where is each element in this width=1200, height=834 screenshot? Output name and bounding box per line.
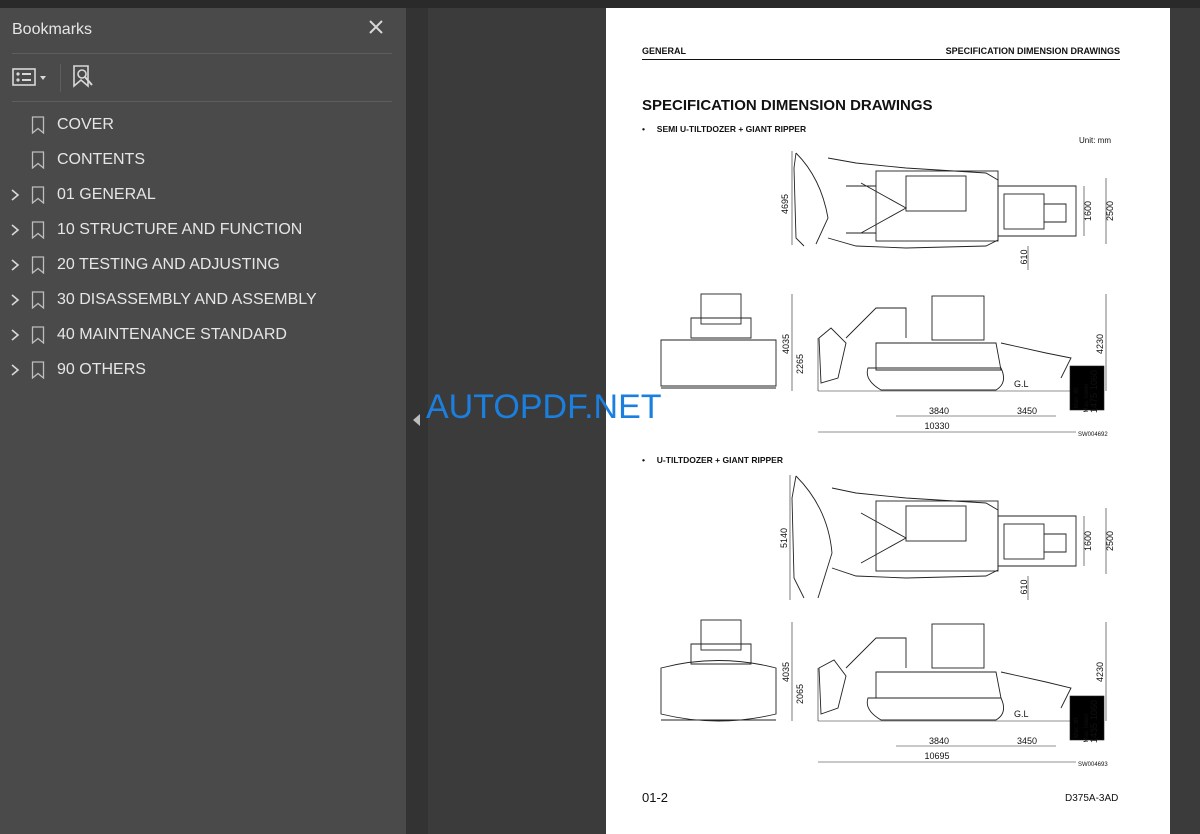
bookmark-icon	[31, 291, 45, 309]
dimension-label: 2265	[795, 354, 805, 374]
plan-view-2	[791, 475, 1077, 599]
chevron-right-icon[interactable]	[9, 188, 21, 202]
top-border	[0, 0, 1200, 8]
options-menu-button[interactable]	[12, 66, 52, 88]
bookmark-item[interactable]: COVER	[0, 110, 406, 140]
dimension-label: 610	[1019, 249, 1029, 264]
front-view-1	[660, 293, 777, 389]
dimension-label: 1060	[1089, 700, 1099, 720]
plan-dims-2	[789, 475, 1107, 600]
chevron-right-icon[interactable]	[9, 363, 21, 377]
dimension-label: 4230	[1095, 334, 1105, 354]
bookmarks-panel: Bookmarks COVER CONTENTS 01 GENERAL 10 STRU…	[0, 8, 406, 834]
dimension-label: 1435	[1089, 723, 1099, 743]
ground-line-label: G.L	[1014, 379, 1029, 389]
drawing-code: SW004692	[1078, 432, 1108, 438]
dimension-label: 1475	[1089, 393, 1099, 413]
box-label: Max. lift	[1074, 387, 1080, 408]
dimension-label: 2500	[1105, 531, 1115, 551]
drawing-code: SW004693	[1078, 762, 1108, 768]
dimension-label: 3450	[1017, 406, 1037, 416]
bookmark-item[interactable]: 20 TESTING AND ADJUSTING	[0, 250, 406, 280]
bookmark-label: 20 TESTING AND ADJUSTING	[57, 256, 280, 273]
chevron-right-icon[interactable]	[9, 328, 21, 342]
bookmark-icon	[31, 256, 45, 274]
front-view-2	[660, 619, 777, 722]
dimension-label: 5140	[779, 528, 789, 548]
bookmark-search-icon	[73, 65, 93, 88]
toolbar-separator	[60, 64, 61, 92]
side-view-2	[818, 623, 1072, 721]
list-options-icon	[12, 68, 46, 86]
bookmark-icon	[31, 151, 45, 169]
find-bookmark-button[interactable]	[72, 64, 96, 90]
dimension-label: 4230	[1095, 662, 1105, 682]
dimension-label: 610	[1019, 579, 1029, 594]
bookmark-icon	[31, 186, 45, 204]
ground-line-label: G.L	[1014, 709, 1029, 719]
panel-title: Bookmarks	[12, 21, 93, 38]
bookmark-label: 30 DISASSEMBLY AND ASSEMBLY	[57, 291, 317, 308]
dimension-label: 2065	[795, 684, 805, 704]
dimension-label: 2500	[1105, 201, 1115, 221]
close-icon[interactable]	[365, 16, 387, 38]
chevron-right-icon[interactable]	[9, 258, 21, 272]
dimension-label: 1060	[1089, 370, 1099, 390]
side-view-1	[818, 295, 1072, 391]
bookmark-label: 01 GENERAL	[57, 186, 156, 203]
bookmark-item[interactable]: 01 GENERAL	[0, 180, 406, 210]
dimension-label: 4035	[781, 662, 791, 682]
bookmark-label: COVER	[57, 116, 114, 133]
collapse-panel-arrow-icon[interactable]	[413, 414, 420, 426]
bookmark-item[interactable]: CONTENTS	[0, 145, 406, 175]
bookmark-item[interactable]: 40 MAINTENANCE STANDARD	[0, 320, 406, 350]
pdf-page: GENERAL SPECIFICATION DIMENSION DRAWINGS…	[606, 8, 1170, 834]
bookmark-label: 90 OTHERS	[57, 361, 146, 378]
divider	[12, 101, 392, 102]
watermark: AUTOPDF.NET	[426, 388, 662, 426]
bookmark-item[interactable]: 10 STRUCTURE AND FUNCTION	[0, 215, 406, 245]
divider	[12, 53, 392, 54]
plan-view-1	[793, 152, 1077, 249]
bookmark-label: CONTENTS	[57, 151, 145, 168]
chevron-right-icon[interactable]	[9, 293, 21, 307]
dimension-label: 1600	[1083, 531, 1093, 551]
bookmark-icon	[31, 326, 45, 344]
box-label: Max. lift	[1074, 717, 1080, 738]
bookmark-item[interactable]: 90 OTHERS	[0, 355, 406, 385]
dimension-label: 4035	[781, 334, 791, 354]
bookmark-item[interactable]: 30 DISASSEMBLY AND ASSEMBLY	[0, 285, 406, 315]
dimension-drawings: 4695 1600 2500 610 4035 2265 4230 Max. l…	[660, 151, 1115, 768]
bookmark-label: 40 MAINTENANCE STANDARD	[57, 326, 287, 343]
bookmark-label: 10 STRUCTURE AND FUNCTION	[57, 221, 303, 238]
dimension-label: 3840	[929, 736, 949, 746]
plan-dims-1	[791, 151, 1107, 270]
bookmark-icon	[31, 361, 45, 379]
bookmark-icon	[31, 116, 45, 134]
dimension-label: 3840	[929, 406, 949, 416]
dimension-label: 4695	[780, 194, 790, 214]
bookmark-icon	[31, 221, 45, 239]
dimension-label: 10330	[924, 421, 949, 431]
chevron-right-icon[interactable]	[9, 223, 21, 237]
dimension-label: 3450	[1017, 736, 1037, 746]
dimension-label: 1600	[1083, 201, 1093, 221]
dimension-label: 10695	[924, 751, 949, 761]
